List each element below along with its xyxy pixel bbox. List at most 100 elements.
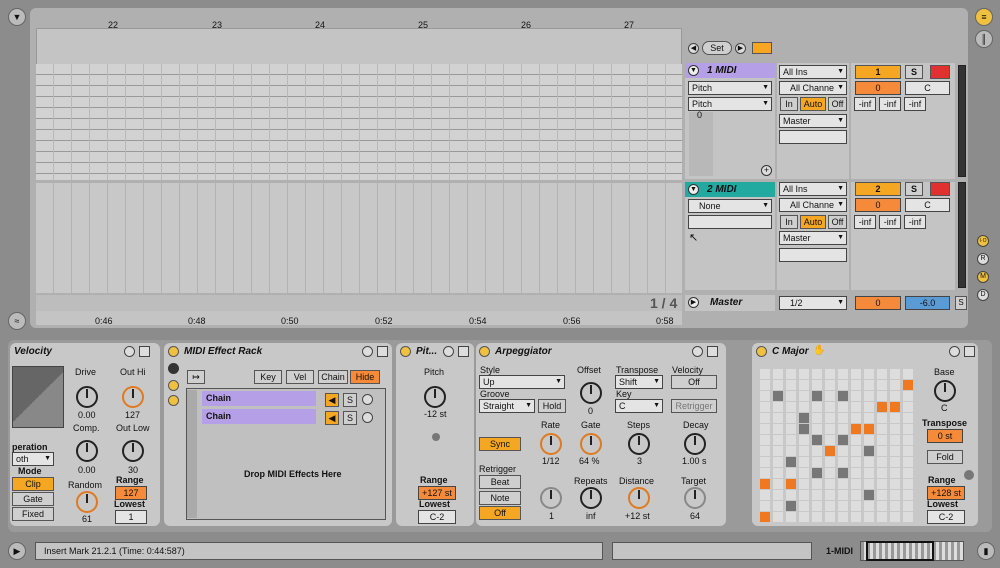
scale-grid-cell[interactable] xyxy=(786,380,796,390)
arp-hold-button[interactable]: Hold xyxy=(538,399,566,413)
scale-grid-cell[interactable] xyxy=(773,380,783,390)
scale-grid-cell[interactable] xyxy=(864,424,874,434)
arp-note-button[interactable]: Note xyxy=(479,491,521,505)
scale-grid-cell[interactable] xyxy=(903,369,913,379)
scale-grid-cell[interactable] xyxy=(825,479,835,489)
velocity-lowest-field[interactable]: 1 xyxy=(115,510,147,524)
rack-activator-icon[interactable] xyxy=(168,346,179,357)
scale-lowest-field[interactable]: C-2 xyxy=(927,510,965,524)
pitch-lowest-field[interactable]: C-2 xyxy=(418,510,456,524)
scale-grid-cell[interactable] xyxy=(760,369,770,379)
scale-grid-cell[interactable] xyxy=(799,468,809,478)
scale-grid-cell[interactable] xyxy=(877,457,887,467)
scale-grid-cell[interactable] xyxy=(838,391,848,401)
arp-save-icon[interactable] xyxy=(707,346,718,357)
status-play-icon[interactable]: ▶ xyxy=(8,542,26,560)
scale-grid-cell[interactable] xyxy=(825,391,835,401)
track-1-arm-icon[interactable] xyxy=(930,65,950,79)
track-2-monitor-off[interactable]: Off xyxy=(828,215,847,229)
rack-scroll[interactable] xyxy=(187,390,197,518)
scale-grid-cell[interactable] xyxy=(799,413,809,423)
add-lane-icon[interactable]: + xyxy=(761,165,772,176)
scale-grid-cell[interactable] xyxy=(786,468,796,478)
track-2-output-sub[interactable] xyxy=(779,248,847,262)
lock-icon[interactable] xyxy=(752,42,772,54)
scale-grid-cell[interactable] xyxy=(877,435,887,445)
scale-grid-cell[interactable] xyxy=(786,501,796,511)
track-1-input-type[interactable]: All Ins xyxy=(779,65,847,79)
track-2-fold-icon[interactable]: ▼ xyxy=(688,184,699,195)
rack-chain-2-hotswap-icon[interactable] xyxy=(362,412,373,423)
scale-grid-cell[interactable] xyxy=(890,435,900,445)
velocity-comp-knob[interactable] xyxy=(76,440,98,462)
scale-grid-cell[interactable] xyxy=(851,479,861,489)
velocity-save-icon[interactable] xyxy=(139,346,150,357)
scale-grid-cell[interactable] xyxy=(838,446,848,456)
scale-grid-cell[interactable] xyxy=(825,512,835,522)
scale-grid-cell[interactable] xyxy=(812,435,822,445)
scale-grid-cell[interactable] xyxy=(825,490,835,500)
velocity-mode-gate[interactable]: Gate xyxy=(12,492,54,506)
scale-grid-cell[interactable] xyxy=(864,501,874,511)
scale-grid-cell[interactable] xyxy=(825,446,835,456)
scale-grid-cell[interactable] xyxy=(851,380,861,390)
velocity-mode-clip[interactable]: Clip xyxy=(12,477,54,491)
track-2-output[interactable]: Master xyxy=(779,231,847,245)
arp-hotswap-icon[interactable] xyxy=(692,346,703,357)
track-1-output[interactable]: Master xyxy=(779,114,847,128)
scale-grid-cell[interactable] xyxy=(812,512,822,522)
track-2-param-chooser[interactable] xyxy=(688,215,772,229)
scale-grid-cell[interactable] xyxy=(786,402,796,412)
track-1-inf-3[interactable]: -inf xyxy=(904,97,926,111)
scale-grid-cell[interactable] xyxy=(773,501,783,511)
scale-grid-cell[interactable] xyxy=(851,446,861,456)
scale-grid-cell[interactable] xyxy=(890,501,900,511)
track-1-monitor-auto[interactable]: Auto xyxy=(800,97,826,111)
velocity-range-field[interactable]: 127 xyxy=(115,486,147,500)
scale-grid-cell[interactable] xyxy=(864,512,874,522)
scale-grid-cell[interactable] xyxy=(864,369,874,379)
rack-auto-select-icon[interactable]: ↦ xyxy=(187,370,205,384)
scale-grid-cell[interactable] xyxy=(877,468,887,478)
scale-grid-cell[interactable] xyxy=(890,402,900,412)
arp-retrigger-knob[interactable] xyxy=(540,487,562,509)
scale-grid-cell[interactable] xyxy=(877,501,887,511)
scale-grid-cell[interactable] xyxy=(864,391,874,401)
device-overview-viewport[interactable] xyxy=(866,541,934,561)
scale-grid-cell[interactable] xyxy=(903,391,913,401)
delay-toggle-icon[interactable]: D xyxy=(977,289,989,301)
scale-grid-cell[interactable] xyxy=(877,490,887,500)
scale-grid-cell[interactable] xyxy=(851,424,861,434)
scale-grid-cell[interactable] xyxy=(864,468,874,478)
scale-grid-cell[interactable] xyxy=(812,402,822,412)
track-1-activator[interactable]: 1 xyxy=(855,65,901,79)
pitch-hotswap-icon[interactable] xyxy=(443,346,454,357)
overview-toggle-icon[interactable]: ≈ xyxy=(8,312,26,330)
track-1-solo[interactable]: S xyxy=(905,65,923,79)
arp-repeats-knob[interactable] xyxy=(580,487,602,509)
scale-base-knob[interactable] xyxy=(934,380,956,402)
scale-grid-cell[interactable] xyxy=(812,391,822,401)
scale-grid-cell[interactable] xyxy=(812,490,822,500)
arp-retrigger-button[interactable]: Retrigger xyxy=(671,399,717,413)
track-2-inf-3[interactable]: -inf xyxy=(904,215,926,229)
pitch-range-field[interactable]: +127 st xyxy=(418,486,456,500)
master-solo[interactable]: S xyxy=(955,296,967,310)
scale-grid-cell[interactable] xyxy=(890,490,900,500)
velocity-outlow-knob[interactable] xyxy=(122,440,144,462)
scale-grid-cell[interactable] xyxy=(903,468,913,478)
scale-grid-cell[interactable] xyxy=(851,457,861,467)
scale-grid-cell[interactable] xyxy=(877,402,887,412)
master-volume[interactable]: 0 xyxy=(855,296,901,310)
track-1-pan[interactable]: C xyxy=(905,81,950,95)
scale-grid-cell[interactable] xyxy=(864,402,874,412)
scale-grid-cell[interactable] xyxy=(877,391,887,401)
track-1-input-channel[interactable]: All Channe xyxy=(779,81,847,95)
scale-grid-cell[interactable] xyxy=(838,479,848,489)
session-view-icon[interactable]: ║ xyxy=(975,30,993,48)
track-1-monitor-in[interactable]: In xyxy=(780,97,798,111)
scale-grid-cell[interactable] xyxy=(890,468,900,478)
scale-grid-cell[interactable] xyxy=(799,512,809,522)
scale-grid-cell[interactable] xyxy=(851,468,861,478)
arp-velocity-button[interactable]: Off xyxy=(671,375,717,389)
